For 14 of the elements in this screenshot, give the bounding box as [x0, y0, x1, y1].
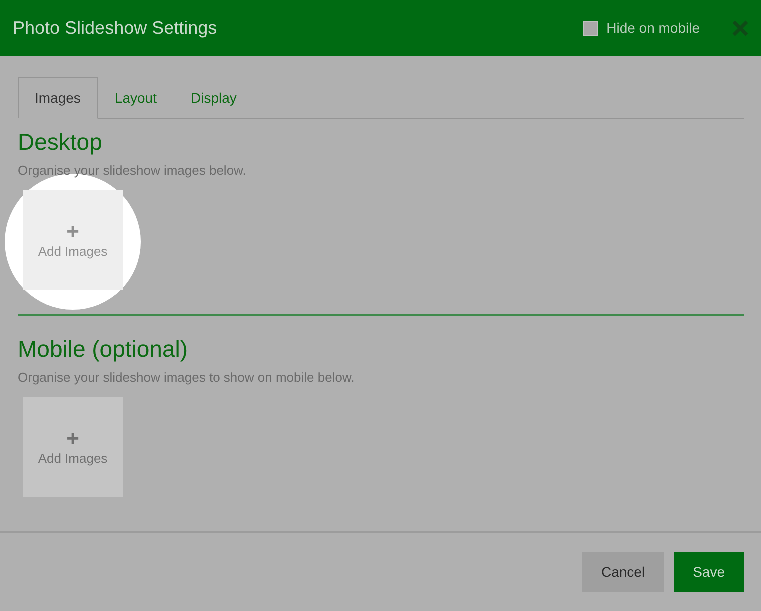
tab[interactable]: Images: [18, 77, 98, 119]
section-description: Organise your slideshow images below.: [18, 163, 248, 178]
section-title: Mobile (optional): [18, 335, 190, 363]
add-images-tile[interactable]: + Add Images: [23, 190, 123, 290]
hide-on-mobile-checkbox[interactable]: [582, 20, 598, 36]
tab[interactable]: Layout: [98, 77, 174, 119]
section-description: Organise your slideshow images to show on mobile below.: [18, 370, 356, 385]
section-title: Desktop: [18, 128, 104, 156]
add-images-tile[interactable]: + Add Images: [23, 397, 123, 497]
tab[interactable]: Display: [174, 77, 254, 119]
dialog-title: Photo Slideshow Settings: [13, 18, 218, 38]
save-button[interactable]: Save: [674, 552, 744, 592]
cancel-button[interactable]: Cancel: [582, 552, 664, 592]
hide-on-mobile-label: Hide on mobile: [606, 20, 700, 36]
